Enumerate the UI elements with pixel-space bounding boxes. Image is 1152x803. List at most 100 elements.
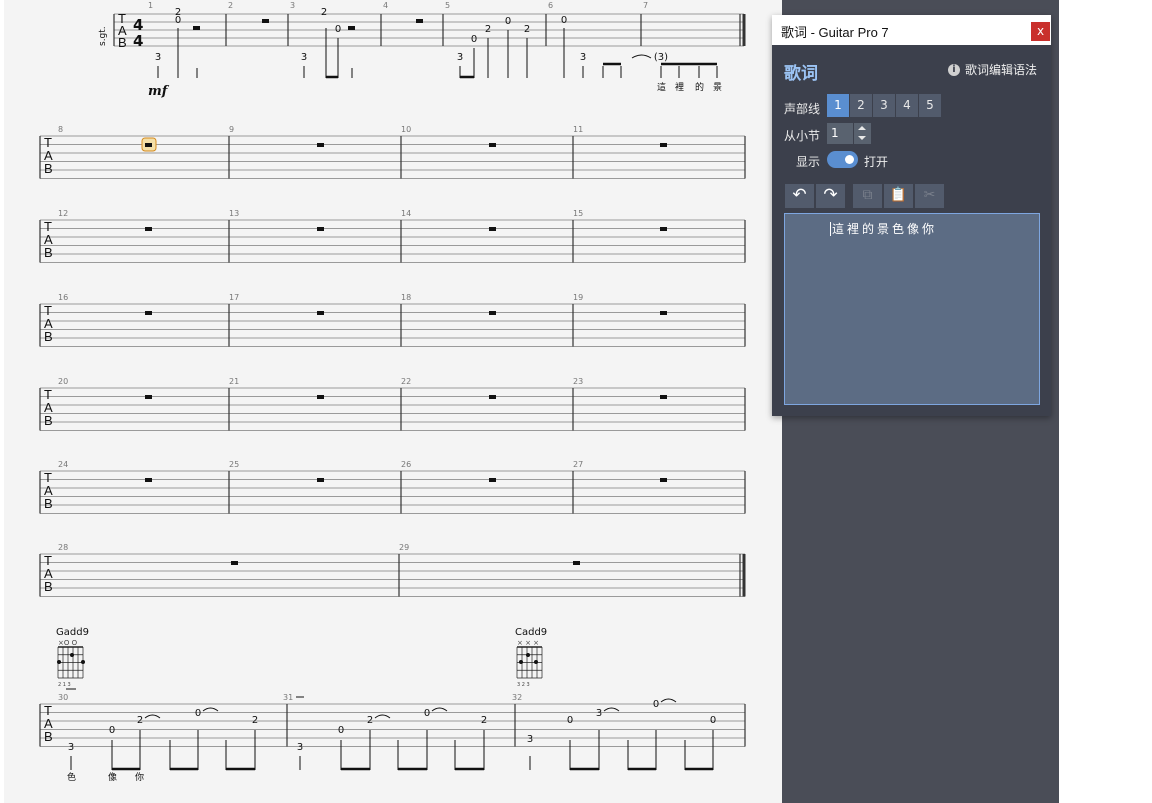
rest-mark	[145, 143, 152, 147]
chord-dot	[526, 653, 530, 657]
close-button[interactable]: x	[1031, 22, 1050, 41]
info-icon: i	[948, 63, 960, 76]
rest-mark	[145, 227, 152, 231]
rest-mark	[145, 478, 152, 482]
voice-tab-2[interactable]: 2	[850, 94, 872, 117]
fret-number: 0	[424, 708, 430, 719]
from-bar-stepper[interactable]	[854, 123, 871, 144]
bar-number: 12	[58, 209, 68, 218]
panel-heading: 歌词	[784, 64, 818, 84]
chord-name: Cadd9	[515, 627, 547, 638]
fret-number: 0	[335, 24, 341, 35]
fret-number: 3	[301, 52, 307, 63]
rest-mark	[193, 26, 200, 30]
panel-titlebar[interactable]: 歌词 - Guitar Pro 7 x	[772, 15, 1051, 45]
lyrics-text[interactable]: 這裡的景色像你	[832, 220, 937, 237]
tie	[631, 54, 652, 59]
bar-number: 24	[58, 460, 68, 469]
fret-number: 3	[297, 742, 303, 753]
staff-label: s.gt.	[98, 26, 108, 46]
bar-number: 30	[58, 693, 68, 702]
fret-number: 0	[710, 715, 716, 726]
bar-number: 23	[573, 377, 583, 386]
tab-clef-b: B	[44, 161, 53, 176]
fret-number: 0	[653, 699, 659, 710]
rest-mark	[317, 311, 324, 315]
rest-mark	[145, 395, 152, 399]
tablature-score[interactable]: s.gt.TAB441 2 3 4 5 6 72032030202303 (3)mf 這裡的景T…	[0, 0, 782, 803]
toggle-knob	[845, 155, 854, 164]
rest-mark	[489, 143, 496, 147]
bar-number: 11	[573, 125, 583, 134]
chord-dot	[534, 660, 538, 664]
from-bar-input[interactable]: 1	[827, 123, 853, 144]
bar-number: 8	[58, 125, 63, 134]
bar-number: 27	[573, 460, 583, 469]
chevron-up-icon[interactable]	[858, 126, 866, 130]
from-bar-label: 从小节	[784, 129, 821, 143]
chevron-down-icon[interactable]	[858, 136, 866, 140]
redo-icon[interactable]: ↷	[816, 184, 845, 208]
voice-tab-3[interactable]: 3	[873, 94, 895, 117]
cut-icon[interactable]: ✂	[915, 184, 944, 208]
bar-number: 20	[58, 377, 68, 386]
chord-fingering: 2 1 3	[58, 682, 71, 688]
chord-string-markers: ×O O	[58, 639, 78, 647]
score-view[interactable]: s.gt. T A B 4 4 1 2 3 4 5 6 7 2 0 3 2 0 3 0 2 0 2 3 0 3 (3) mf 這裡的景 T…	[0, 0, 782, 803]
rest-mark	[660, 311, 667, 315]
bar-number: 22	[401, 377, 411, 386]
tie	[660, 698, 677, 703]
lyric-syllable: 裡	[675, 81, 684, 93]
fret-number: 0	[567, 715, 573, 726]
bar-number: 16	[58, 293, 68, 302]
fret-number: 2	[321, 7, 327, 18]
fret-number: 3	[580, 52, 586, 63]
rest-mark	[489, 478, 496, 482]
paste-icon[interactable]: 📋	[884, 184, 913, 208]
fret-number: 3	[527, 734, 533, 745]
undo-icon[interactable]: ↶	[785, 184, 814, 208]
rest-mark	[660, 143, 667, 147]
show-toggle[interactable]	[827, 151, 858, 168]
bar-number: 4	[383, 1, 388, 10]
lyric-syllable: 像	[108, 771, 117, 783]
lyrics-syntax-label: 歌词编辑语法	[965, 63, 1038, 77]
tie	[374, 714, 391, 719]
text-caret	[830, 222, 831, 236]
voice-tab-1[interactable]: 1	[827, 94, 849, 117]
bar-number: 9	[229, 125, 234, 134]
chord-dot	[519, 660, 523, 664]
chord-string-markers: × × ×	[517, 639, 539, 647]
voice-tab-5[interactable]: 5	[919, 94, 941, 117]
copy-icon[interactable]: ⧉	[853, 184, 882, 208]
window-edge	[1059, 0, 1152, 803]
voice-tabs: 1 2 3 4 5	[827, 94, 942, 117]
chord-dot	[57, 660, 61, 664]
rest-mark	[317, 143, 324, 147]
voice-tab-4[interactable]: 4	[896, 94, 918, 117]
rest-mark	[660, 395, 667, 399]
lyrics-syntax-link[interactable]: i 歌词编辑语法	[948, 61, 1037, 78]
lyrics-editor[interactable]: 這裡的景色像你	[784, 213, 1040, 405]
fret-number: 2	[137, 715, 143, 726]
lyrics-panel[interactable]: 歌词 - Guitar Pro 7 x 歌词 i 歌词编辑语法 声部线 1 2 …	[772, 15, 1051, 416]
bar-number: 2	[228, 1, 233, 10]
bar-number: 7	[643, 1, 648, 10]
fret-number: 3	[155, 52, 161, 63]
edit-toolbar: ↶ ↷ ⧉ 📋 ✂	[785, 184, 946, 208]
chord-fingering: 3 2 3	[517, 682, 530, 688]
rest-mark	[145, 311, 152, 315]
dynamic-marking: mf	[148, 84, 170, 99]
fret-number: 3	[596, 708, 602, 719]
show-label: 显示	[796, 155, 821, 169]
rest-mark	[660, 227, 667, 231]
rest-mark	[573, 561, 580, 565]
bar-number: 3	[290, 1, 295, 10]
tie	[202, 707, 219, 712]
fret-number: 0	[561, 15, 567, 26]
rest-mark	[489, 395, 496, 399]
bar-number: 31	[283, 693, 293, 702]
bar-number: 15	[573, 209, 583, 218]
bar-number: 13	[229, 209, 239, 218]
bar-number: 19	[573, 293, 583, 302]
